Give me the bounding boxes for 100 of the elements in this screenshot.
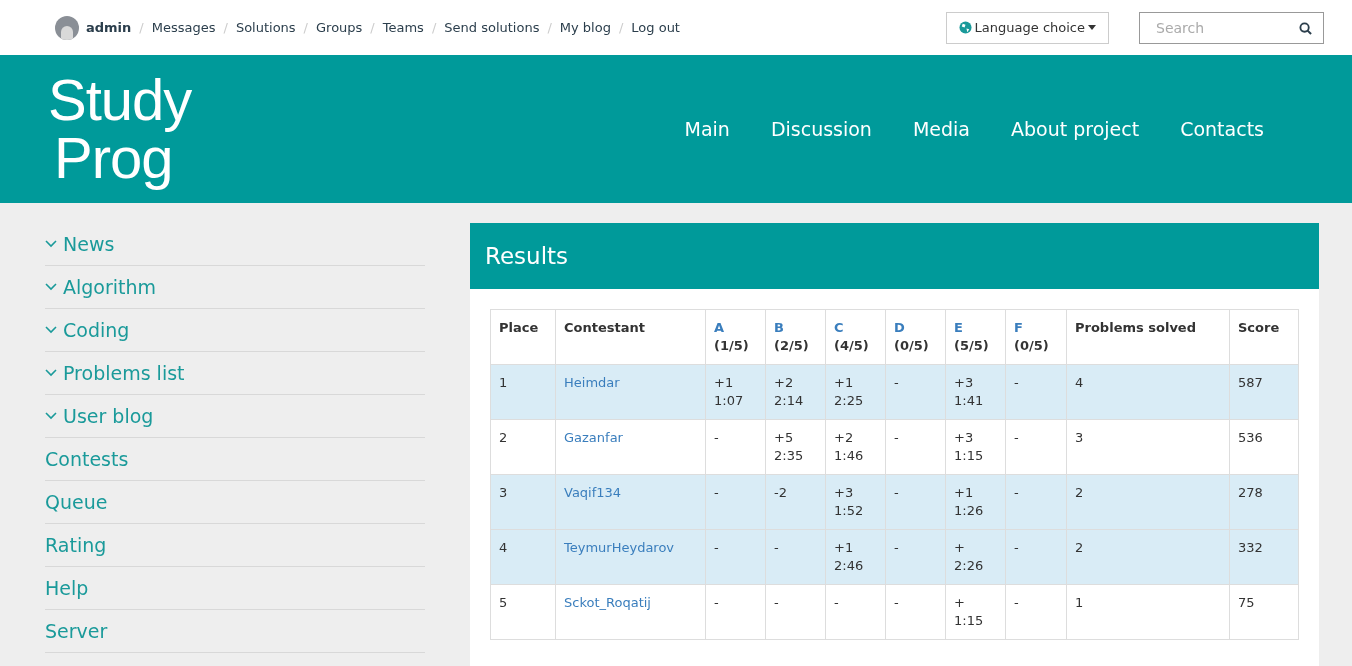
main-nav-link[interactable]: Contacts (1180, 114, 1264, 144)
contestant-link[interactable]: Gazanfar (555, 419, 706, 475)
caret-icon (1088, 25, 1096, 30)
top-nav-link[interactable]: Messages (151, 17, 216, 38)
table-cell: 332 (1229, 529, 1299, 585)
column-header: Score (1229, 309, 1299, 365)
sidebar-item[interactable]: Rating (45, 524, 425, 567)
table-cell: 1 (490, 364, 556, 420)
column-header: Place (490, 309, 556, 365)
breadcrumb-separator: / (303, 18, 308, 37)
sidebar-item[interactable]: Help (45, 567, 425, 610)
breadcrumb-separator: / (370, 18, 375, 37)
table-cell: - (765, 529, 826, 585)
table-cell: - (885, 364, 946, 420)
table-cell: - (1005, 364, 1067, 420)
table-cell: 1 (1066, 584, 1230, 640)
panel-title: Results (485, 241, 569, 271)
table-cell: 4 (490, 529, 556, 585)
table-cell: +2 1:46 (825, 419, 886, 475)
username-link[interactable]: admin (86, 17, 132, 38)
column-header[interactable]: A (1/5) (705, 309, 766, 365)
column-header: Problems solved (1066, 309, 1230, 365)
table-cell: - (765, 584, 826, 640)
table-cell: 2 (490, 419, 556, 475)
sidebar-item[interactable]: Server (45, 610, 425, 653)
chevron-down-icon (45, 369, 57, 377)
table-cell: 278 (1229, 474, 1299, 530)
search-icon[interactable] (1299, 21, 1312, 35)
contestant-link[interactable]: Sckot_Roqatij (555, 584, 706, 640)
top-nav-link[interactable]: Groups (316, 17, 363, 38)
contestant-link[interactable]: TeymurHeydarov (555, 529, 706, 585)
table-cell: 2 (1066, 474, 1230, 530)
column-header[interactable]: E (5/5) (945, 309, 1006, 365)
table-cell: - (705, 419, 766, 475)
table-cell: +3 1:41 (945, 364, 1006, 420)
contestant-link[interactable]: Vaqif134 (555, 474, 706, 530)
table-cell: - (1005, 529, 1067, 585)
sidebar-item[interactable]: Contests (45, 438, 425, 481)
breadcrumb-separator: / (547, 18, 552, 37)
sidebar-item[interactable]: Queue (45, 481, 425, 524)
table-cell: 3 (1066, 419, 1230, 475)
table-cell: +3 1:15 (945, 419, 1006, 475)
chevron-down-icon (45, 283, 57, 291)
table-cell: - (1005, 584, 1067, 640)
table-cell: 2 (1066, 529, 1230, 585)
table-cell: +1 1:26 (945, 474, 1006, 530)
table-cell: - (885, 584, 946, 640)
column-header[interactable]: B (2/5) (765, 309, 826, 365)
sidebar-item[interactable]: Problems list (45, 352, 425, 395)
column-header[interactable]: D (0/5) (885, 309, 946, 365)
sidebar-item[interactable]: News (45, 223, 425, 266)
table-cell: - (1005, 419, 1067, 475)
main-nav-link[interactable]: Media (912, 114, 970, 144)
table-cell: - (705, 474, 766, 530)
top-nav-link[interactable]: Teams (382, 17, 424, 38)
table-cell: +5 2:35 (765, 419, 826, 475)
table-cell: - (705, 584, 766, 640)
top-nav-link[interactable]: Log out (631, 17, 680, 38)
table-cell: + 2:26 (945, 529, 1006, 585)
table-cell: 536 (1229, 419, 1299, 475)
column-header[interactable]: C (4/5) (825, 309, 886, 365)
chevron-down-icon (45, 240, 57, 248)
table-cell: 3 (490, 474, 556, 530)
search-field[interactable]: Search (1139, 11, 1324, 44)
globe-icon (958, 21, 972, 34)
table-cell: 75 (1229, 584, 1299, 640)
breadcrumb-separator: / (139, 18, 144, 37)
chevron-down-icon (45, 412, 57, 420)
top-nav-link[interactable]: My blog (559, 17, 611, 38)
main-nav-link[interactable]: Discussion (770, 114, 872, 144)
table-cell: 5 (490, 584, 556, 640)
sidebar-item[interactable]: Coding (45, 309, 425, 352)
table-cell: +1 1:07 (705, 364, 766, 420)
contestant-link[interactable]: Heimdar (555, 364, 706, 420)
avatar[interactable] (55, 15, 79, 40)
table-cell: - (825, 584, 886, 640)
column-header[interactable]: F (0/5) (1005, 309, 1067, 365)
language-button[interactable]: Language choice (945, 11, 1109, 44)
table-cell: -2 (765, 474, 826, 530)
table-cell: - (1005, 474, 1067, 530)
table-cell: 4 (1066, 364, 1230, 420)
breadcrumb-separator: / (431, 18, 437, 37)
sidebar-item[interactable]: Algorithm (45, 266, 425, 309)
sidebar-item[interactable]: User blog (45, 395, 425, 438)
top-nav-link[interactable]: Solutions (235, 17, 296, 38)
table-cell: 587 (1229, 364, 1299, 420)
table-cell: + 1:15 (945, 584, 1006, 640)
table-cell: - (885, 529, 946, 585)
table-cell: +3 1:52 (825, 474, 886, 530)
table-cell: - (705, 529, 766, 585)
main-nav-link[interactable]: About project (1011, 114, 1140, 144)
top-nav-link[interactable]: Send solutions (444, 17, 540, 38)
breadcrumb-separator: / (223, 18, 228, 37)
table-cell: +2 2:14 (765, 364, 826, 420)
chevron-down-icon (45, 326, 57, 334)
table-cell: - (885, 419, 946, 475)
table-cell: - (885, 474, 946, 530)
main-nav-link[interactable]: Main (684, 114, 730, 144)
breadcrumb-separator: / (618, 18, 624, 37)
column-header: Contestant (555, 309, 706, 365)
